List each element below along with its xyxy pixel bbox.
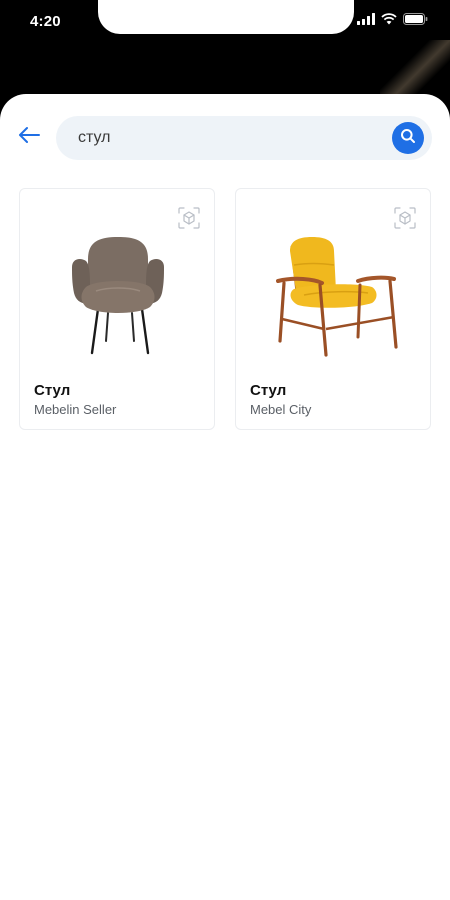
- battery-icon: [403, 12, 428, 30]
- arrow-left-icon: [17, 126, 41, 149]
- search-input[interactable]: [78, 116, 378, 160]
- search-bar: [56, 116, 432, 160]
- product-title: Стул: [250, 382, 287, 399]
- ar-cube-icon[interactable]: [394, 207, 416, 229]
- product-title: Стул: [34, 382, 71, 399]
- status-bar: 4:20: [0, 0, 450, 44]
- status-icons: [357, 12, 428, 30]
- product-image-yellow-armchair: [254, 229, 414, 361]
- product-image-gray-chair: [38, 229, 198, 361]
- product-card[interactable]: Стул Mebel City: [235, 188, 431, 430]
- product-card[interactable]: Стул Mebelin Seller: [19, 188, 215, 430]
- back-button[interactable]: [14, 124, 44, 150]
- ar-cube-icon[interactable]: [178, 207, 200, 229]
- search-screen: Стул Mebelin Seller: [0, 94, 450, 900]
- product-seller: Mebelin Seller: [34, 402, 117, 417]
- search-icon: [400, 128, 416, 149]
- search-button[interactable]: [392, 122, 424, 154]
- product-seller: Mebel City: [250, 402, 312, 417]
- device-notch: [98, 0, 354, 34]
- status-time: 4:20: [30, 13, 61, 30]
- wifi-icon: [381, 12, 397, 30]
- phone-device: 4:20 стул Стул Mebelin Seller Стул Mebel…: [0, 0, 450, 900]
- cellular-signal-icon: [357, 12, 375, 30]
